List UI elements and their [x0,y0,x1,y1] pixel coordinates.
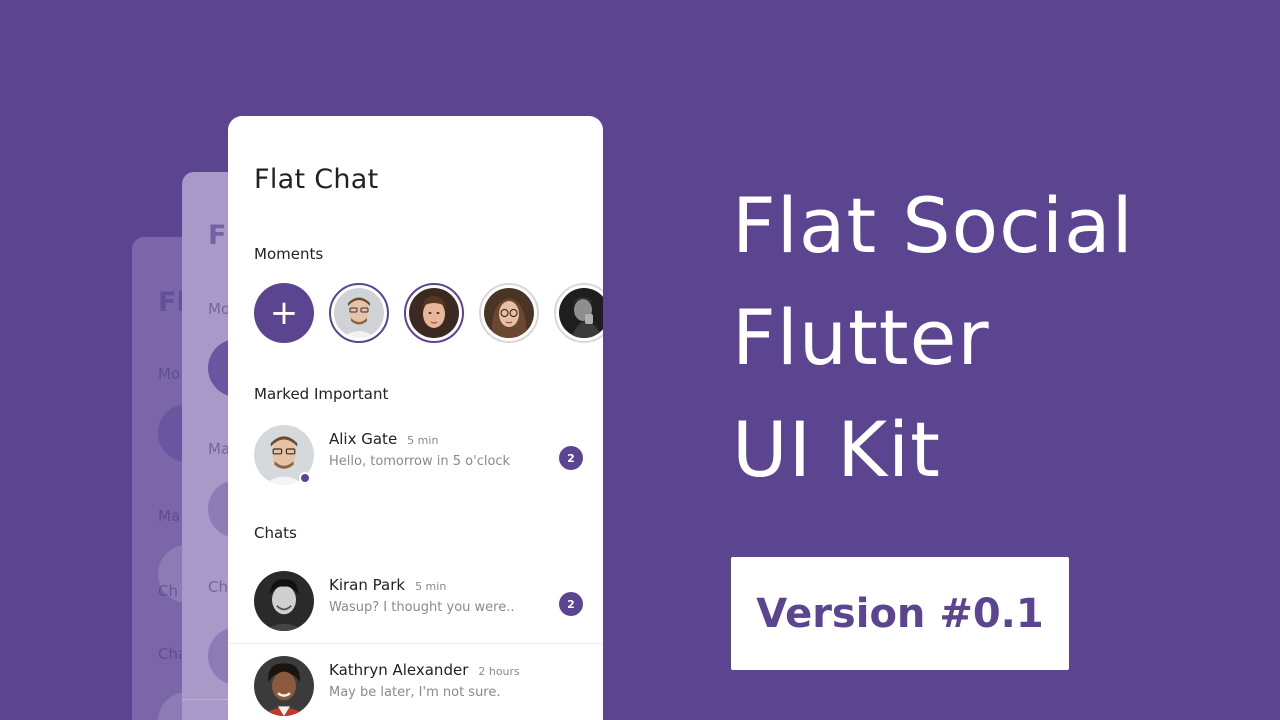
message-time: 2 hours [478,665,520,678]
contact-name: Kiran Park 5 min [329,576,446,594]
avatar-man-curly-hair-icon [254,656,314,716]
contact-name: Kathryn Alexander 2 hours [329,661,520,679]
headline-line-1: Flat Social [732,181,1134,270]
message-time: 5 min [415,580,447,593]
ghost-label: Mo [158,365,181,383]
version-label: Version #0.1 [756,590,1044,637]
headline-line-3: UI Kit [732,405,941,494]
important-section-title: Marked Important [254,385,389,403]
avatar-woman-brown-hair-icon [409,288,459,338]
message-time: 5 min [407,434,439,447]
ghost-label: Ch [208,578,228,596]
avatar-woman-glasses-icon [484,288,534,338]
avatar [254,656,314,716]
app-title: Flat Chat [254,164,379,195]
ghost-title: F [208,220,227,251]
avatar [254,571,314,631]
contact-name: Alix Gate 5 min [329,430,438,448]
ghost-label: Mo [208,300,231,318]
moments-section-title: Moments [254,245,324,263]
moment-avatar[interactable] [479,283,539,343]
ghost-label: Ma [208,440,231,458]
avatar-man-glasses-icon [334,288,384,338]
contact-name-text: Kathryn Alexander [329,661,469,679]
contact-name-text: Alix Gate [329,430,398,448]
chat-row[interactable]: Kathryn Alexander 2 hours May be later, I… [228,650,603,720]
message-preview: May be later, I'm not sure. [329,685,501,700]
message-preview: Hello, tomorrow in 5 o'clock [329,454,511,469]
add-moment-button[interactable]: + [254,283,314,343]
chat-row[interactable]: Kiran Park 5 min Wasup? I thought you wer… [228,565,603,637]
online-status-dot [299,472,311,484]
chats-section-title: Chats [254,524,297,542]
moment-avatar[interactable] [404,283,464,343]
unread-count-badge: 2 [559,592,583,616]
unread-count-badge: 2 [559,446,583,470]
moment-avatar[interactable] [329,283,389,343]
message-preview: Wasup? I thought you were.. [329,600,515,615]
chat-screen-card: Flat Chat Moments + Marked Important Ali… [228,116,603,720]
ghost-label: Ma [158,507,181,525]
moments-strip: + [254,283,603,343]
ghost-label: Ch [158,582,178,600]
version-badge: Version #0.1 [731,557,1069,670]
avatar-man-smiling-icon [254,571,314,631]
headline-line-2: Flutter [732,293,990,382]
important-chat-row[interactable]: Alix Gate 5 min Hello, tomorrow in 5 o'cl… [228,419,603,491]
contact-name-text: Kiran Park [329,576,406,594]
plus-icon: + [269,293,299,333]
avatar-man-dark-icon [559,288,603,338]
chat-divider [228,643,603,644]
moment-avatar[interactable] [554,283,603,343]
